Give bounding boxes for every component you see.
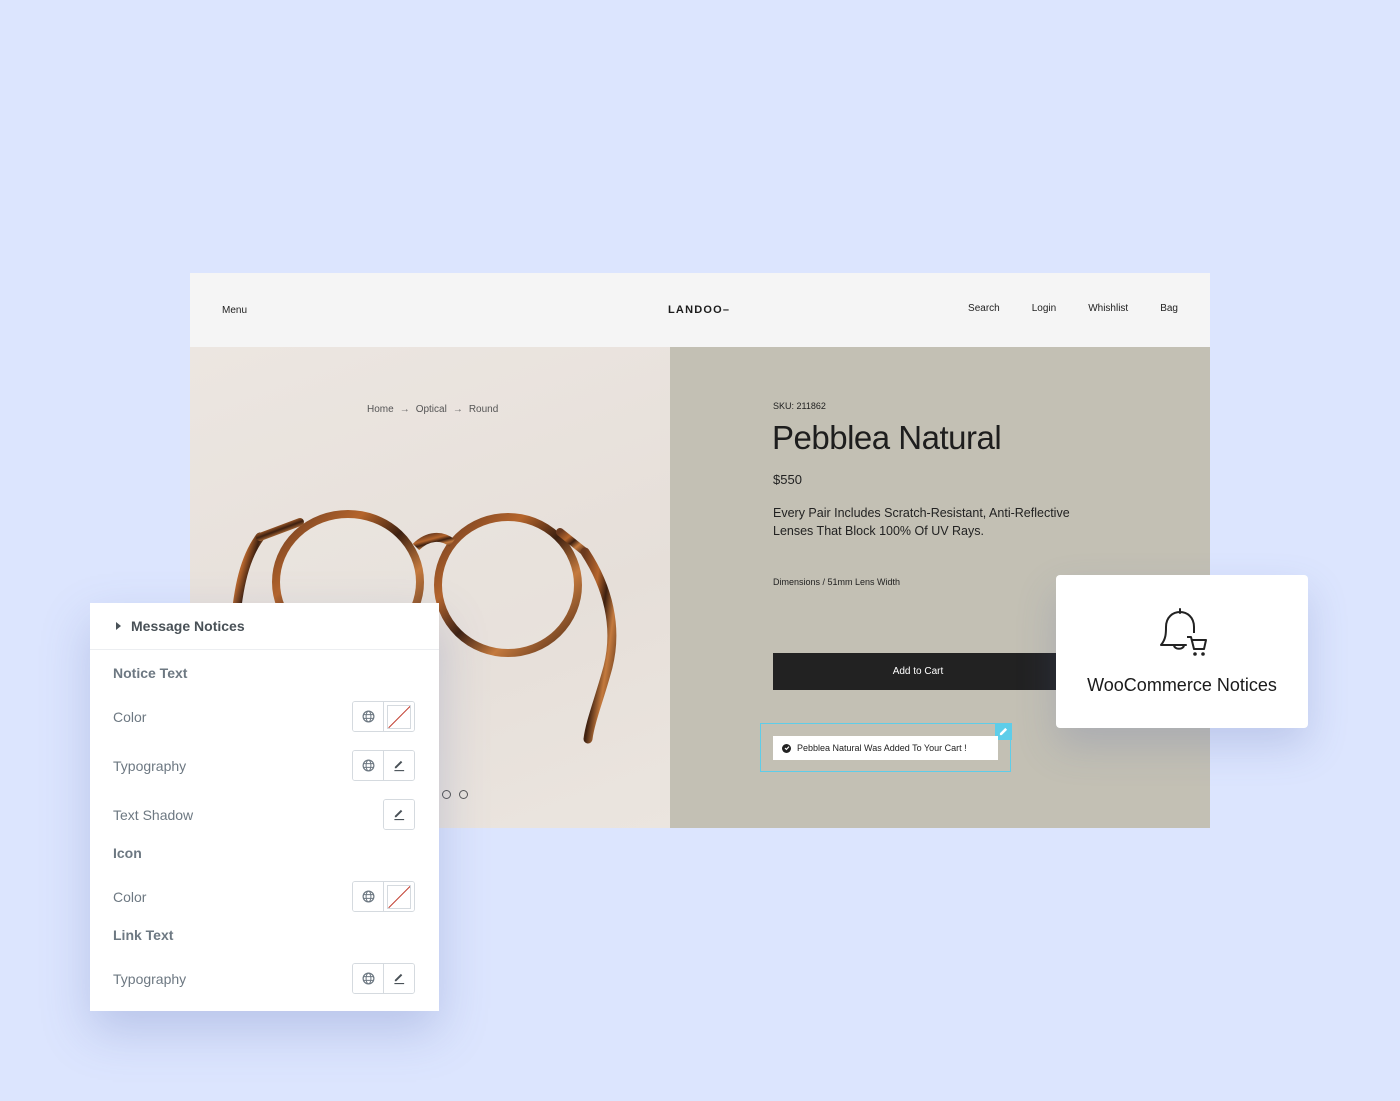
product-title: Pebblea Natural (772, 419, 1002, 456)
woocommerce-notices-widget-card[interactable]: WooCommerce Notices (1056, 575, 1308, 728)
color-control (352, 701, 415, 732)
control-link-text-typography: Typography (113, 963, 415, 994)
typography-control (352, 963, 415, 994)
globe-icon (362, 759, 374, 772)
global-colors-button[interactable] (353, 702, 383, 731)
panel-section-title: Message Notices (131, 618, 245, 634)
control-notice-text-color: Color (113, 701, 415, 732)
arrow-icon: → (399, 404, 410, 415)
control-label: Color (113, 888, 147, 905)
control-notice-text-typography: Typography (113, 750, 415, 781)
site-logo[interactable]: LANDOO– (668, 304, 730, 316)
header-nav: Search Login Whishlist Bag (968, 303, 1178, 314)
global-typography-button[interactable] (353, 751, 383, 780)
slider-dot[interactable] (459, 790, 468, 799)
pencil-icon (393, 809, 404, 821)
nav-wishlist[interactable]: Whishlist (1088, 303, 1128, 314)
globe-icon (362, 972, 374, 985)
slider-dots (442, 790, 468, 799)
message-notices-section-toggle[interactable]: Message Notices (90, 603, 439, 650)
nav-search[interactable]: Search (968, 303, 1000, 314)
color-picker-button[interactable] (383, 882, 414, 911)
control-label: Text Shadow (113, 806, 194, 823)
nav-bag[interactable]: Bag (1160, 303, 1178, 314)
pencil-icon (393, 973, 404, 985)
cart-notice: Pebblea Natural Was Added To Your Cart ! (773, 736, 998, 760)
breadcrumb-optical[interactable]: Optical (416, 404, 447, 415)
slider-dot[interactable] (442, 790, 451, 799)
breadcrumb: Home → Optical → Round (367, 404, 498, 415)
section-heading-notice-text: Notice Text (113, 665, 415, 681)
section-label: Notice Text (113, 665, 188, 681)
arrow-icon: → (452, 404, 463, 415)
section-heading-link-text: Link Text (113, 927, 415, 943)
product-sku: SKU: 211862 (773, 401, 826, 411)
control-text-shadow: Text Shadow (113, 799, 415, 830)
notice-message: Pebblea Natural Was Added To Your Cart ! (797, 743, 967, 753)
section-heading-icon: Icon (113, 845, 415, 861)
control-label: Color (113, 708, 147, 725)
section-label: Link Text (113, 927, 174, 943)
widget-card-label: WooCommerce Notices (1087, 675, 1277, 695)
globe-icon (362, 710, 374, 723)
global-colors-button[interactable] (353, 882, 383, 911)
pencil-icon (999, 727, 1007, 735)
add-to-cart-button[interactable]: Add to Cart (773, 653, 1063, 690)
color-picker-button[interactable] (383, 702, 414, 731)
breadcrumb-round[interactable]: Round (469, 404, 498, 415)
control-label: Typography (113, 970, 187, 987)
check-circle-icon (782, 743, 791, 753)
notice-widget-selection[interactable]: Pebblea Natural Was Added To Your Cart ! (760, 722, 1012, 772)
pencil-icon (393, 760, 404, 772)
breadcrumb-home[interactable]: Home (367, 404, 394, 415)
edit-typography-button[interactable] (383, 751, 414, 780)
product-price: $550 (773, 472, 802, 487)
control-icon-color: Color (113, 881, 415, 912)
color-control (352, 881, 415, 912)
text-shadow-control (383, 799, 415, 830)
globe-icon (362, 890, 374, 903)
menu-link[interactable]: Menu (222, 305, 247, 316)
typography-control (352, 750, 415, 781)
control-label: Typography (113, 757, 187, 774)
nav-login[interactable]: Login (1032, 303, 1056, 314)
empty-color-swatch (387, 704, 411, 729)
product-description: Every Pair Includes Scratch-Resistant, A… (773, 506, 1070, 538)
style-panel: Message Notices Notice Text Color Typogr… (90, 603, 439, 1011)
site-header: Menu LANDOO– Search Login Whishlist Bag (190, 273, 1210, 347)
empty-color-swatch (387, 884, 411, 909)
caret-right-icon (116, 622, 121, 630)
global-typography-button[interactable] (353, 964, 383, 993)
product-dimensions: Dimensions / 51mm Lens Width (773, 577, 901, 587)
edit-typography-button[interactable] (383, 964, 414, 993)
section-label: Icon (113, 845, 142, 861)
edit-text-shadow-button[interactable] (384, 800, 414, 829)
bell-cart-icon (1160, 608, 1207, 656)
